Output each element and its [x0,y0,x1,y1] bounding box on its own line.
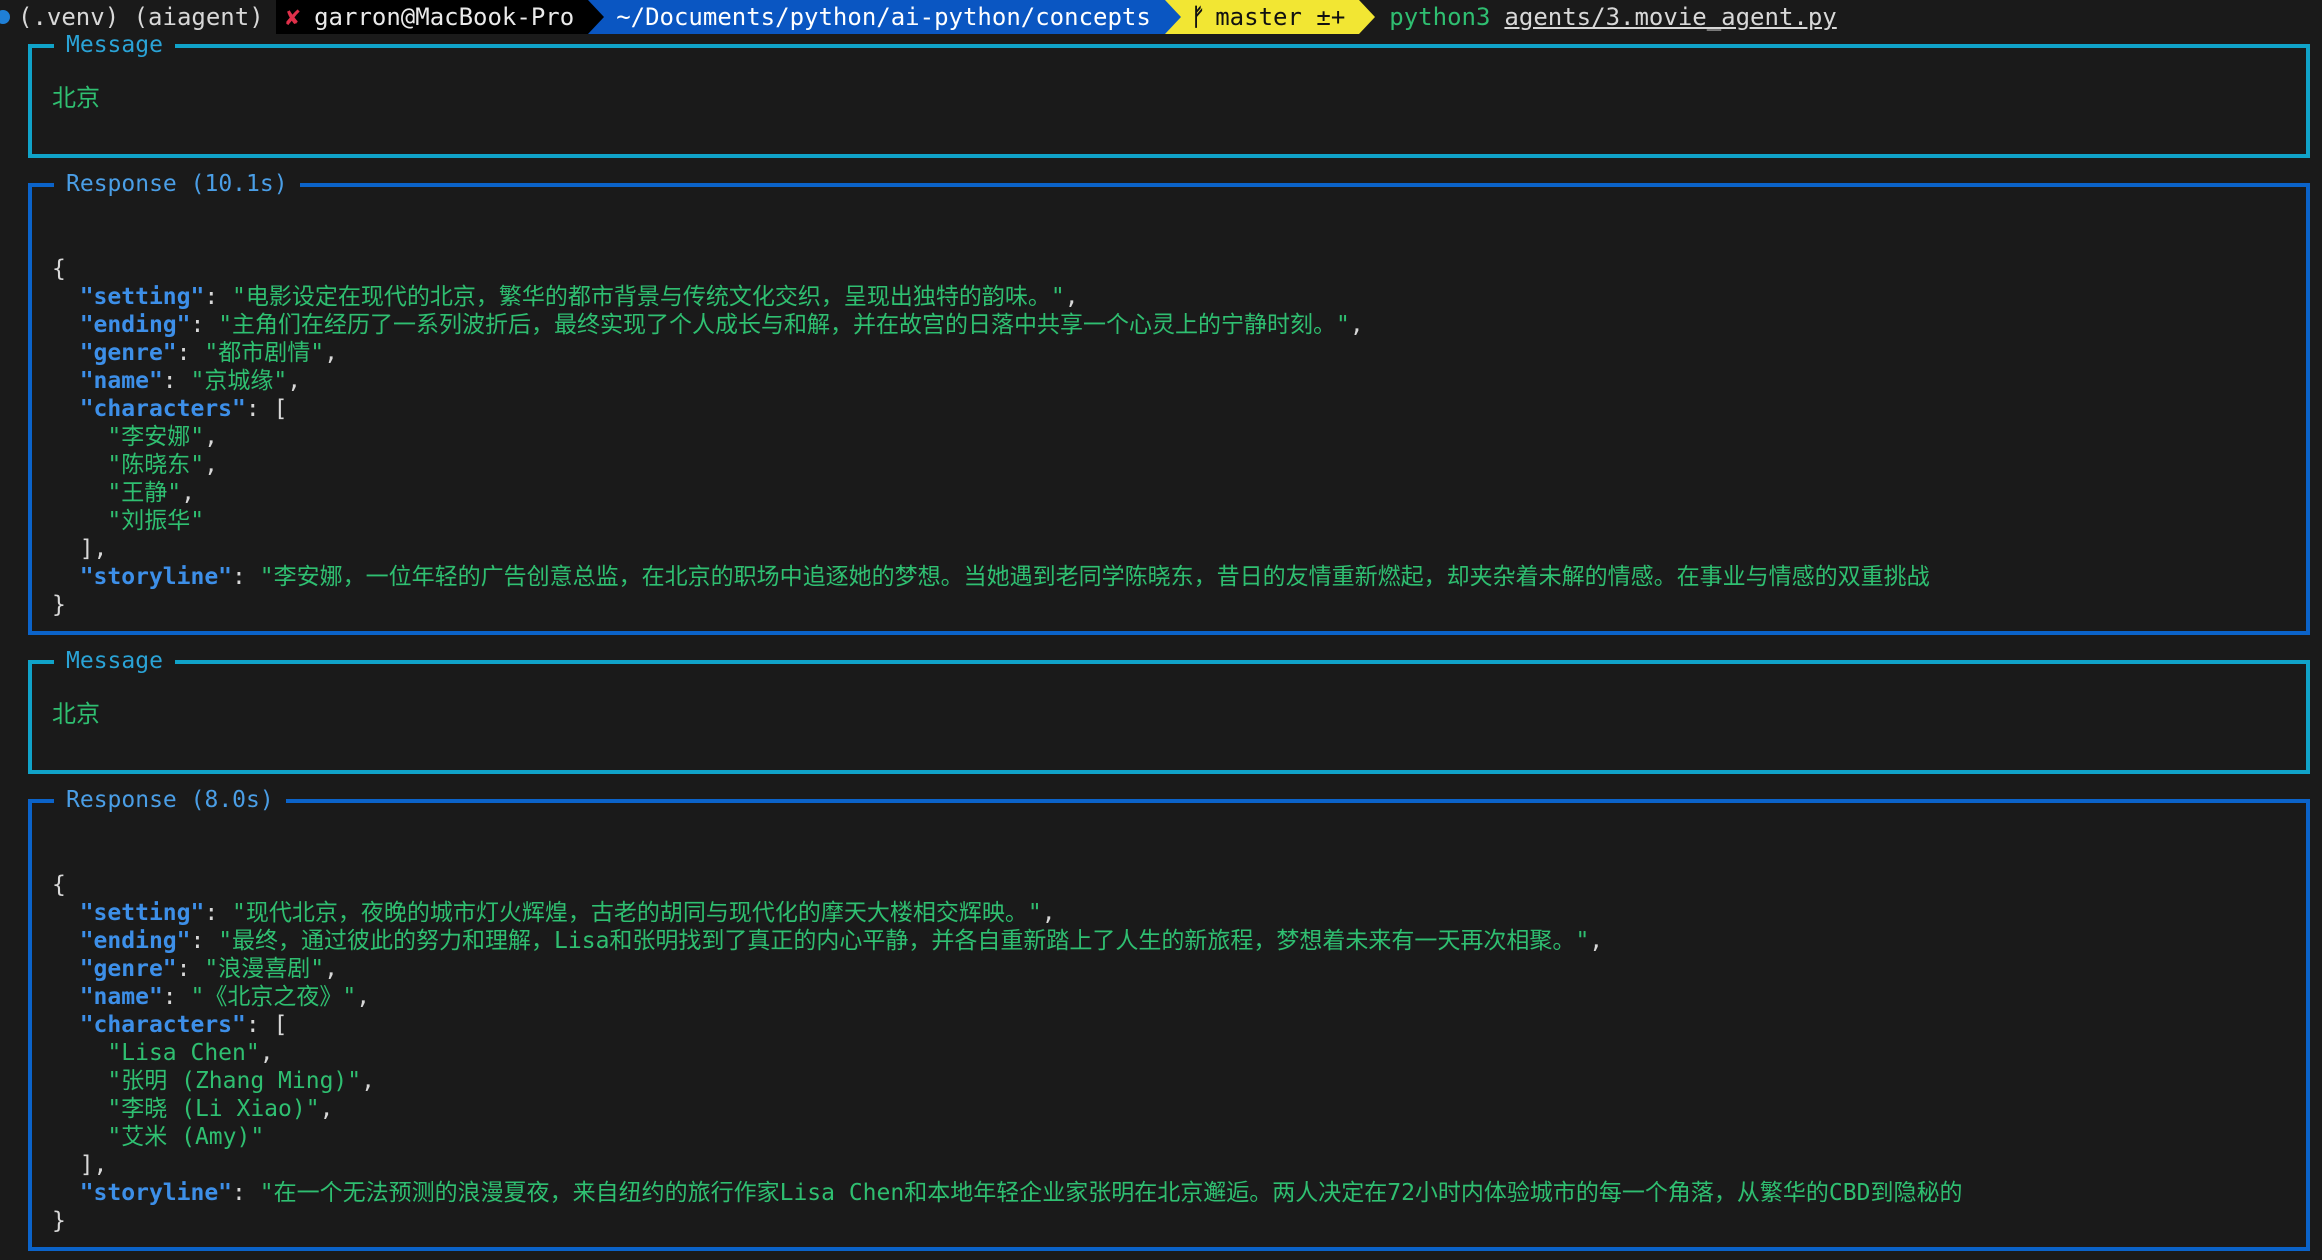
json-key: "setting" [79,900,205,926]
git-branch-label: master ±+ [1215,3,1346,31]
json-character: 张明 (Zhang Ming) [121,1068,348,1094]
user-host-segment: ✘ garron@MacBook-Pro [275,0,589,34]
error-status-icon: ✘ [285,3,301,31]
command-argument[interactable]: agents/3.movie_agent.py [1504,3,1836,31]
json-value-storyline: 李安娜，一位年轻的广告创意总监，在北京的职场中追逐她的梦想。当她遇到老同学陈晓东… [273,564,1930,590]
json-value-name: 《北京之夜》 [204,984,343,1010]
json-value-ending: 最终，通过彼此的努力和理解，Lisa和张明找到了真正的内心平静，并各自重新踏上了… [232,928,1576,954]
panel-title: Response (8.0s) [54,784,286,816]
segment-separator-icon [588,0,605,34]
panel-title: Message [54,29,175,61]
virtualenv-label: (.venv) (aiagent) [18,3,264,31]
json-value-genre: 都市剧情 [218,340,311,366]
json-character: 刘振华 [121,508,191,534]
json-value-setting: 现代北京，夜晚的城市灯火辉煌，古老的胡同与现代化的摩天大楼相交辉映。 [245,900,1028,926]
json-key: "ending" [79,928,191,954]
command-name: python3 [1389,3,1491,31]
json-brace: { [52,256,66,282]
current-directory: ~/Documents/python/ai-python/concepts [604,0,1165,34]
json-key: "storyline" [79,564,233,590]
json-character: Lisa Chen [121,1040,246,1066]
json-value-genre: 浪漫喜剧 [218,956,311,982]
json-key: "genre" [79,340,177,366]
json-character: 李安娜 [121,424,191,450]
json-key: "storyline" [79,1180,233,1206]
prompt-dot-icon [0,10,10,24]
panel-title: Response (10.1s) [54,168,300,200]
json-character: 李晓 (Li Xiao) [121,1096,306,1122]
message-panel: Message 北京 [28,29,2310,158]
git-branch-icon: ᚠ [1190,3,1206,31]
json-brace: } [52,592,66,618]
json-key: "ending" [79,312,191,338]
json-brace: { [52,872,66,898]
json-output: { "setting": "现代北京，夜晚的城市灯火辉煌，古老的胡同与现代化的摩… [52,872,1963,1234]
json-key: "characters" [79,396,246,422]
json-character: 陈晓东 [121,452,191,478]
response-panel: Response (10.1s) { "setting": "电影设定在现代的北… [28,168,2310,635]
json-character: 艾米 (Amy) [121,1124,251,1150]
json-character: 王静 [121,480,168,506]
user-host-label: garron@MacBook-Pro [314,3,575,31]
json-value-storyline: 在一个无法预测的浪漫夏夜，来自纽约的旅行作家Lisa Chen和本地年轻企业家张… [273,1180,1963,1206]
json-value-setting: 电影设定在现代的北京，繁华的都市背景与传统文化交织，呈现出独特的韵味。 [245,284,1051,310]
message-text: 北京 [52,700,100,728]
segment-separator-icon [1164,0,1181,34]
json-brace: } [52,1208,66,1234]
panel-title: Message [54,645,175,677]
json-value-ending: 主角们在经历了一系列波折后，最终实现了个人成长与和解，并在故宫的日落中共享一个心… [232,312,1337,338]
response-panel: Response (8.0s) { "setting": "现代北京，夜晚的城市… [28,784,2310,1251]
json-key: "name" [79,368,163,394]
json-key: "characters" [79,1012,246,1038]
message-text: 北京 [52,84,100,112]
json-key: "genre" [79,956,177,982]
json-key: "name" [79,984,163,1010]
json-output: { "setting": "电影设定在现代的北京，繁华的都市背景与传统文化交织，… [52,256,1930,618]
git-segment: ᚠ master ±+ [1180,0,1360,34]
json-key: "setting" [79,284,205,310]
segment-separator-icon [1359,0,1376,34]
json-value-name: 京城缘 [204,368,274,394]
message-panel: Message 北京 [28,645,2310,774]
terminal-prompt: (.venv) (aiagent) ✘ garron@MacBook-Pro ~… [0,0,2322,34]
